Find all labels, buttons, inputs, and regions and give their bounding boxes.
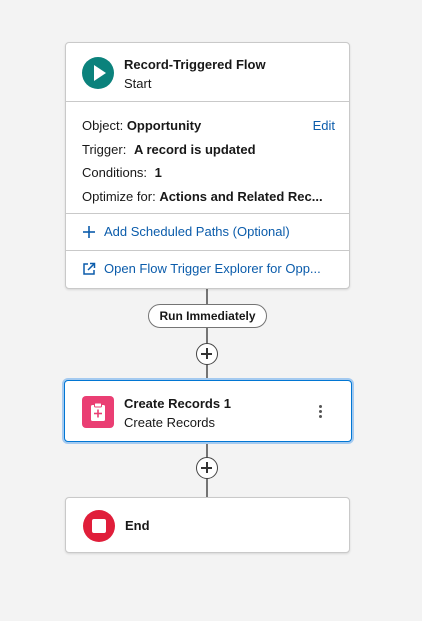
run-immediately-path-label[interactable]: Run Immediately xyxy=(148,304,267,328)
external-link-icon xyxy=(83,262,96,275)
detail-optimize: Optimize for: Actions and Related Rec... xyxy=(82,189,323,204)
open-flow-trigger-explorer-label: Open Flow Trigger Explorer for Opp... xyxy=(104,261,321,276)
detail-object: Object: Opportunity xyxy=(82,118,201,133)
start-subtitle: Start xyxy=(124,76,152,91)
detail-value: 1 xyxy=(154,165,162,180)
detail-label: Optimize for: xyxy=(82,189,156,204)
detail-label: Object: xyxy=(82,118,124,133)
play-icon xyxy=(82,57,114,89)
add-element-button[interactable] xyxy=(196,457,218,479)
detail-trigger: Trigger: A record is updated xyxy=(82,142,256,157)
detail-value: Actions and Related Rec... xyxy=(159,189,323,204)
create-records-element[interactable]: Create Records 1 Create Records xyxy=(64,380,352,442)
more-vertical-icon[interactable] xyxy=(313,403,327,421)
end-element[interactable]: End xyxy=(65,497,350,553)
start-element[interactable]: Record-Triggered Flow Start Object: Oppo… xyxy=(65,42,350,289)
connector-line xyxy=(206,289,208,304)
add-scheduled-paths-label: Add Scheduled Paths (Optional) xyxy=(104,224,290,239)
stop-icon xyxy=(83,510,115,542)
end-label: End xyxy=(125,518,150,533)
detail-label: Trigger: xyxy=(82,142,127,157)
trigger-details: Object: Opportunity Trigger: A record is… xyxy=(66,102,349,214)
create-records-title: Create Records 1 xyxy=(124,396,231,411)
add-element-button[interactable] xyxy=(196,343,218,365)
open-flow-trigger-explorer-link[interactable]: Open Flow Trigger Explorer for Opp... xyxy=(66,251,349,288)
edit-trigger-link[interactable]: Edit xyxy=(313,118,335,133)
start-title: Record-Triggered Flow xyxy=(124,57,266,72)
plus-icon xyxy=(83,226,95,238)
flow-canvas: Record-Triggered Flow Start Object: Oppo… xyxy=(0,0,422,621)
add-scheduled-paths-link[interactable]: Add Scheduled Paths (Optional) xyxy=(66,214,349,251)
create-records-subtitle: Create Records xyxy=(124,415,216,430)
detail-value: Opportunity xyxy=(126,118,202,133)
detail-conditions: Conditions: 1 xyxy=(82,165,162,180)
clipboard-plus-icon xyxy=(82,396,114,428)
detail-label: Conditions: xyxy=(82,165,148,180)
detail-value: A record is updated xyxy=(133,142,256,157)
start-header: Record-Triggered Flow Start xyxy=(66,43,349,102)
